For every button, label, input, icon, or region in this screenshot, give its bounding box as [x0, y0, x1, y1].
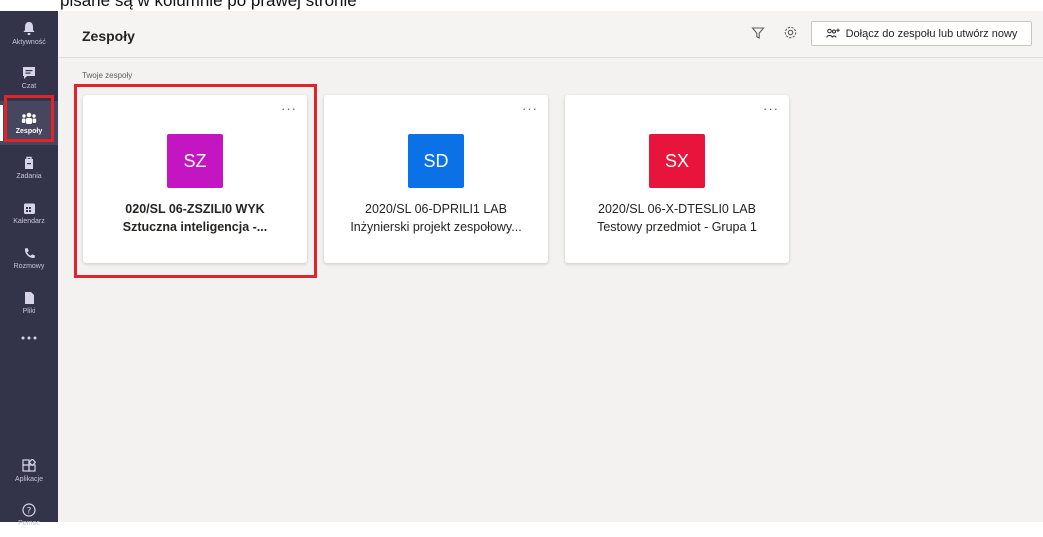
file-icon: [24, 292, 34, 304]
rail-item-chat[interactable]: Czat: [0, 56, 58, 100]
join-or-create-team-button[interactable]: Dołącz do zespołu lub utwórz nowy: [811, 21, 1032, 46]
more-options-icon[interactable]: ···: [763, 101, 779, 116]
rail-item-label: Pomoc: [18, 520, 40, 527]
rail-item-help[interactable]: ? Pomoc: [0, 493, 58, 537]
team-name: 2020/SL 06-DPRILI1 LAB: [365, 202, 507, 216]
phone-icon: [24, 247, 35, 258]
more-options-icon[interactable]: ···: [522, 101, 538, 116]
rail-item-label: Kalendarz: [13, 217, 45, 225]
help-icon: ?: [22, 503, 36, 517]
rail-item-label: Pliki: [22, 308, 36, 315]
chat-icon: [23, 67, 35, 79]
svg-text:?: ?: [27, 507, 32, 517]
team-name: 2020/SL 06-X-DTESLI0 LAB: [598, 202, 756, 216]
rail-teams-highlight-box: [4, 95, 54, 142]
bell-icon: [23, 21, 35, 35]
app-rail: Aktywność Czat Zespoły Zadania Kalendarz…: [0, 11, 58, 527]
team-initials: SX: [664, 150, 689, 171]
rail-item-calendar[interactable]: Kalendarz: [0, 191, 58, 235]
section-label: Twoje zespoły: [82, 71, 133, 80]
team-card-highlight-box: [74, 84, 317, 278]
team-avatar: SX: [649, 134, 705, 188]
team-avatar: SD: [408, 134, 464, 188]
rail-item-label: Zadania: [16, 173, 42, 180]
rail-item-label: Rozmowy: [13, 262, 45, 270]
rail-item-label: Czat: [21, 83, 37, 90]
rail-item-label: Aplikacje: [14, 476, 43, 483]
add-people-icon: [825, 28, 840, 38]
team-card[interactable]: ··· SX 2020/SL 06-X-DTESLI0 LAB Testowy …: [565, 95, 789, 263]
top-caption: pisane są w kolumnie po prawej stronie: [60, 0, 357, 10]
rail-item-activity[interactable]: Aktywność: [0, 11, 58, 55]
gear-icon[interactable]: [783, 25, 798, 40]
join-button-label: Dołącz do zespołu lub utwórz nowy: [845, 27, 1018, 40]
team-initials: SD: [423, 150, 449, 171]
team-description: Inżynierski projekt zespołowy...: [350, 220, 522, 234]
teams-header: Zespoły Dołącz do zespołu lub utwórz now…: [58, 11, 1043, 58]
rail-item-assignments[interactable]: Zadania: [0, 146, 58, 190]
team-card[interactable]: ··· SD 2020/SL 06-DPRILI1 LAB Inżyniersk…: [324, 95, 548, 263]
rail-item-label: Aktywność: [12, 38, 46, 46]
assignments-icon: [25, 156, 33, 169]
rail-item-calls[interactable]: Rozmowy: [0, 236, 58, 280]
filter-icon[interactable]: [751, 26, 765, 40]
calendar-icon: [23, 203, 35, 214]
apps-icon: [22, 459, 36, 472]
page-title: Zespoły: [82, 28, 135, 44]
rail-item-apps[interactable]: Aplikacje: [0, 449, 58, 493]
team-description: Testowy przedmiot - Grupa 1: [597, 220, 757, 234]
more-icon: [21, 336, 37, 340]
rail-item-more[interactable]: [0, 316, 58, 360]
